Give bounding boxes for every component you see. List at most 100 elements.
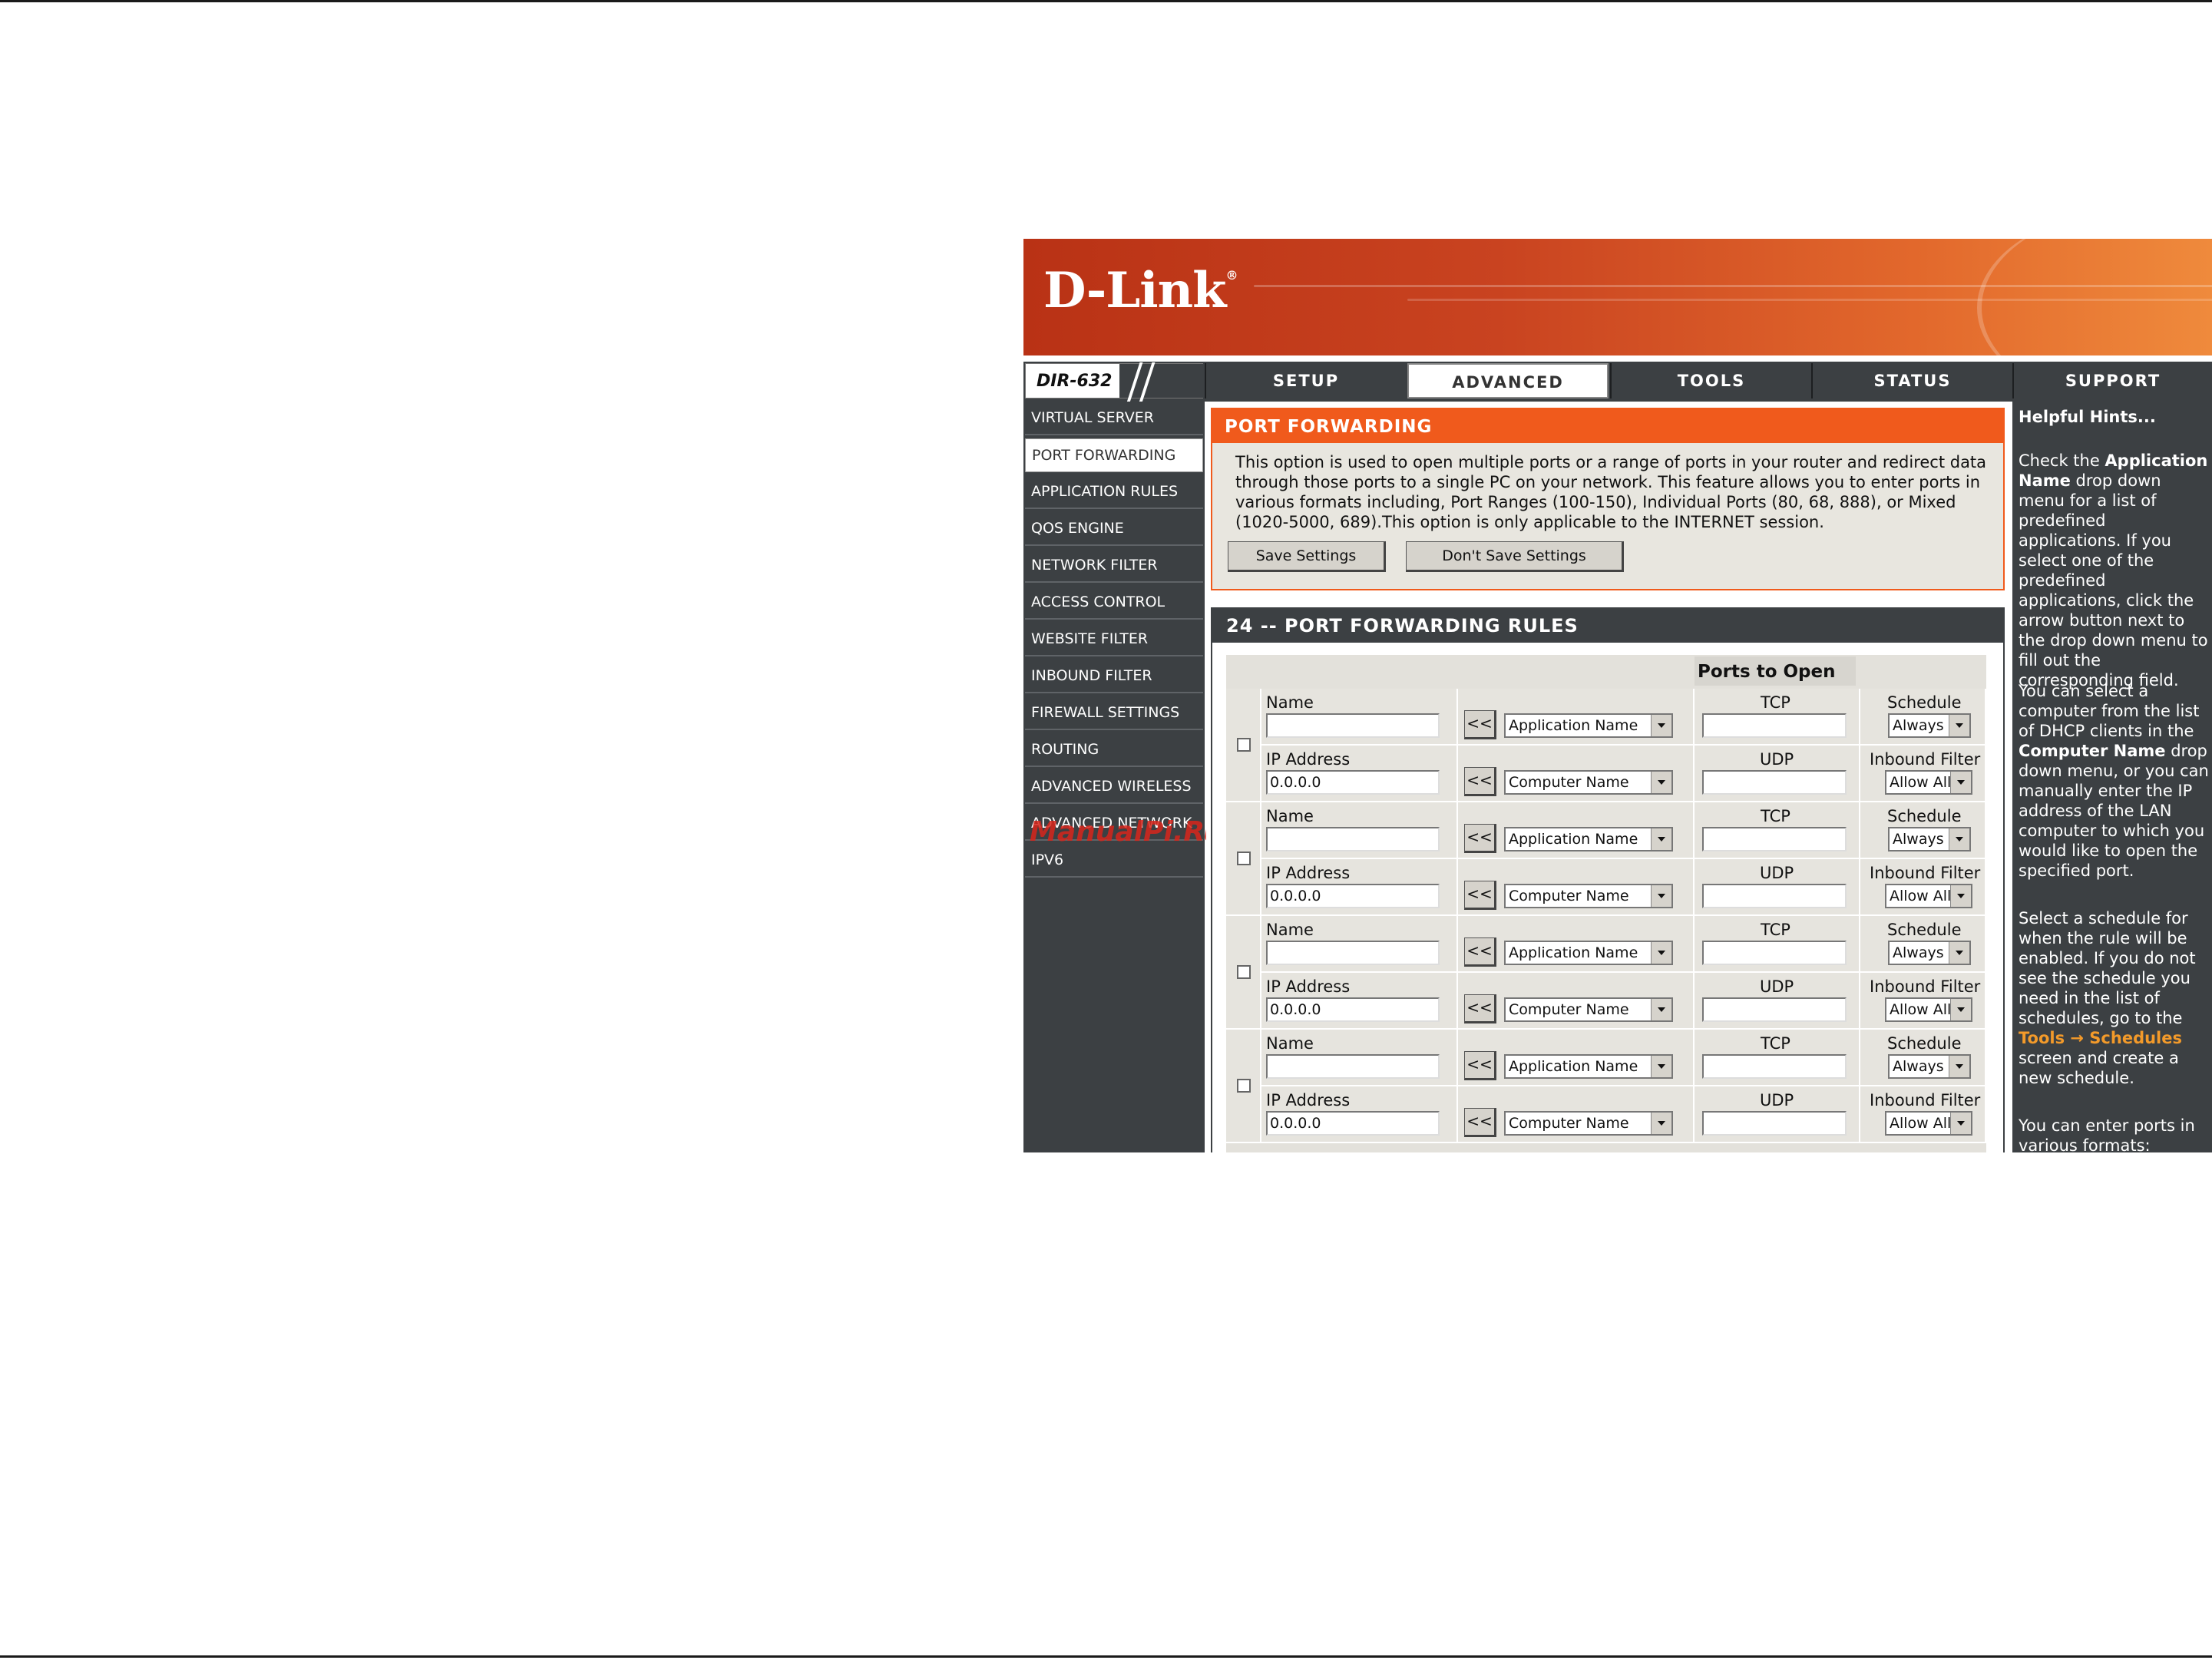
sidebar-item-advanced-wireless[interactable]: ADVANCED WIRELESS	[1025, 770, 1203, 804]
model-slash-decoration	[1119, 362, 1204, 402]
copy-application-button[interactable]: <<	[1464, 1051, 1496, 1080]
computer-name-select[interactable]: Computer Name	[1504, 997, 1673, 1022]
chevron-down-icon	[1651, 999, 1671, 1020]
router-admin-screenshot: D-Link® DIR-632 SETUP ADVANCED TOOLS STA…	[1023, 239, 2212, 1152]
computer-name-select[interactable]: Computer Name	[1504, 1111, 1673, 1136]
copy-computer-button[interactable]: <<	[1464, 994, 1496, 1023]
inbound-filter-select[interactable]: Allow All	[1885, 770, 1972, 795]
application-name-select[interactable]: Application Name	[1504, 1054, 1673, 1079]
tab-status[interactable]: STATUS	[1811, 363, 2012, 398]
copy-application-button[interactable]: <<	[1464, 937, 1496, 967]
computer-name-select-value: Computer Name	[1509, 774, 1629, 791]
tools-schedules-link[interactable]: Tools → Schedules	[2019, 1029, 2182, 1047]
dlink-logo: D-Link®	[1043, 262, 1238, 319]
computer-name-select-value: Computer Name	[1509, 1001, 1629, 1018]
udp-ports-input[interactable]	[1702, 770, 1847, 795]
tab-setup[interactable]: SETUP	[1205, 363, 1406, 398]
schedule-label: Schedule	[1887, 807, 1962, 825]
inbound-filter-select[interactable]: Allow All	[1885, 884, 1972, 908]
ip-address-input[interactable]: 0.0.0.0	[1266, 884, 1440, 908]
copy-computer-button[interactable]: <<	[1464, 881, 1496, 910]
copy-application-button[interactable]: <<	[1464, 824, 1496, 853]
copy-computer-button[interactable]: <<	[1464, 767, 1496, 796]
computer-name-select[interactable]: Computer Name	[1504, 884, 1673, 908]
enable-rule-checkbox[interactable]	[1237, 738, 1251, 752]
tcp-label: TCP	[1761, 807, 1790, 825]
hint-schedule: Select a schedule for when the rule will…	[2019, 909, 2196, 1087]
sidebar-item-routing[interactable]: ROUTING	[1025, 733, 1203, 767]
tab-advanced[interactable]: ADVANCED	[1407, 363, 1609, 398]
sidebar-item-access-control[interactable]: ACCESS CONTROL	[1025, 586, 1203, 620]
udp-label: UDP	[1760, 1091, 1794, 1109]
schedule-select-value: Always	[1893, 944, 1944, 961]
tab-support[interactable]: SUPPORT	[2012, 363, 2212, 398]
hint-application-name: Check the Application Name drop down men…	[2019, 451, 2208, 689]
model-badge: DIR-632	[1025, 362, 1204, 402]
save-settings-button[interactable]: Save Settings	[1228, 541, 1386, 572]
rule-name-input[interactable]	[1266, 1054, 1440, 1079]
schedule-label: Schedule	[1887, 921, 1962, 939]
chevron-down-icon	[1949, 1056, 1969, 1077]
table-row: Name IP Address 0.0.0.0 << Application Name <…	[1226, 689, 1986, 802]
rule-name-input[interactable]	[1266, 941, 1440, 965]
enable-rule-checkbox[interactable]	[1237, 851, 1251, 865]
ip-address-label: IP Address	[1266, 750, 1351, 769]
schedule-select[interactable]: Always	[1888, 941, 1971, 965]
tcp-ports-input[interactable]	[1702, 1054, 1847, 1079]
schedule-select[interactable]: Always	[1888, 827, 1971, 851]
enable-rule-checkbox[interactable]	[1237, 1079, 1251, 1093]
ip-address-input[interactable]: 0.0.0.0	[1266, 997, 1440, 1022]
hint-port-formats: You can enter ports in various formats:	[2019, 1116, 2195, 1152]
sidebar-item-virtual-server[interactable]: VIRTUAL SERVER	[1025, 402, 1203, 435]
name-label: Name	[1266, 693, 1314, 712]
copy-computer-button[interactable]: <<	[1464, 1108, 1496, 1137]
sidebar-item-application-rules[interactable]: APPLICATION RULES	[1025, 475, 1203, 509]
panel-title: PORT FORWARDING	[1212, 409, 2003, 443]
inbound-filter-select-value: Allow All	[1890, 1115, 1952, 1132]
application-name-select[interactable]: Application Name	[1504, 827, 1673, 851]
chevron-down-icon	[1950, 1113, 1971, 1134]
schedule-select-value: Always	[1893, 1058, 1944, 1075]
copy-application-button[interactable]: <<	[1464, 710, 1496, 739]
tcp-ports-input[interactable]	[1702, 941, 1847, 965]
sidebar-item-network-filter[interactable]: NETWORK FILTER	[1025, 549, 1203, 583]
table-row: Name IP Address 0.0.0.0 << Application Name <…	[1226, 1030, 1986, 1143]
table-row: Name IP Address 0.0.0.0 << Application Name <…	[1226, 916, 1986, 1030]
name-label: Name	[1266, 1034, 1314, 1053]
application-name-select[interactable]: Application Name	[1504, 941, 1673, 965]
ip-address-input[interactable]: 0.0.0.0	[1266, 1111, 1440, 1136]
tcp-label: TCP	[1761, 693, 1790, 712]
port-forwarding-rules-panel: 24 -- PORT FORWARDING RULES Ports to Ope…	[1211, 607, 2005, 1152]
tcp-ports-input[interactable]	[1702, 827, 1847, 851]
sidebar-item-ipv6[interactable]: IPV6	[1025, 844, 1203, 878]
sidebar-item-inbound-filter[interactable]: INBOUND FILTER	[1025, 660, 1203, 693]
inbound-filter-label: Inbound Filter	[1870, 864, 1981, 882]
dont-save-settings-button[interactable]: Don't Save Settings	[1406, 541, 1624, 572]
table-row: Name IP Address 0.0.0.0 << Application Name <…	[1226, 802, 1986, 916]
enable-rule-checkbox[interactable]	[1237, 965, 1251, 979]
inbound-filter-select[interactable]: Allow All	[1885, 1111, 1972, 1136]
sidebar-item-port-forwarding[interactable]: PORT FORWARDING	[1025, 438, 1203, 472]
schedule-select[interactable]: Always	[1888, 1054, 1971, 1079]
inbound-filter-select-value: Allow All	[1890, 1001, 1952, 1018]
tcp-ports-input[interactable]	[1702, 713, 1847, 738]
rule-name-input[interactable]	[1266, 713, 1440, 738]
ip-address-input[interactable]: 0.0.0.0	[1266, 770, 1440, 795]
tab-tools[interactable]: TOOLS	[1610, 363, 1811, 398]
udp-ports-input[interactable]	[1702, 997, 1847, 1022]
sidebar-item-website-filter[interactable]: WEBSITE FILTER	[1025, 623, 1203, 656]
computer-name-select[interactable]: Computer Name	[1504, 770, 1673, 795]
application-name-select[interactable]: Application Name	[1504, 713, 1673, 738]
chevron-down-icon	[1651, 1113, 1671, 1134]
inbound-filter-select[interactable]: Allow All	[1885, 997, 1972, 1022]
document-top-rule	[0, 0, 2212, 2]
hints-title: Helpful Hints...	[2019, 408, 2156, 426]
sidebar-item-qos-engine[interactable]: QOS ENGINE	[1025, 512, 1203, 546]
sidebar-item-firewall-settings[interactable]: FIREWALL SETTINGS	[1025, 696, 1203, 730]
schedule-select[interactable]: Always	[1888, 713, 1971, 738]
ip-address-label: IP Address	[1266, 977, 1351, 996]
udp-ports-input[interactable]	[1702, 884, 1847, 908]
rule-name-input[interactable]	[1266, 827, 1440, 851]
udp-ports-input[interactable]	[1702, 1111, 1847, 1136]
chevron-down-icon	[1950, 999, 1971, 1020]
